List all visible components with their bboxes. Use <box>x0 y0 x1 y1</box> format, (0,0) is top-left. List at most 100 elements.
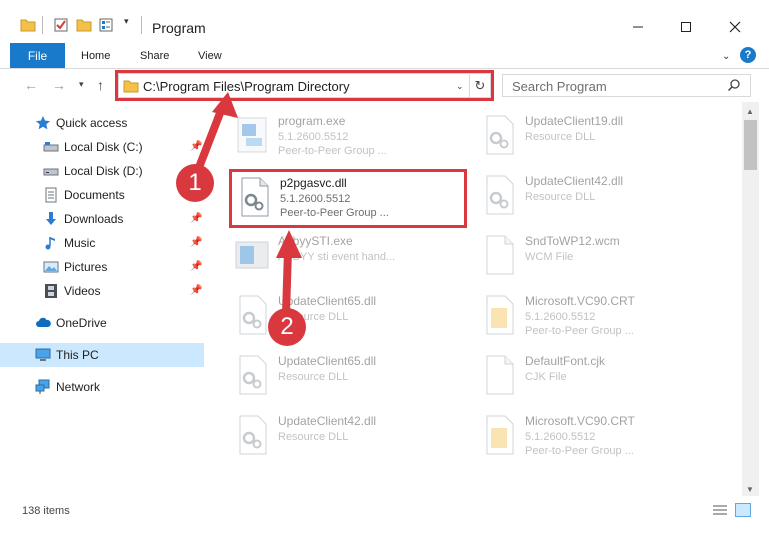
file-name: Microsoft.VC90.CRT <box>525 414 635 428</box>
search-icon[interactable] <box>727 78 741 92</box>
manifest-file-icon <box>486 295 514 335</box>
close-button[interactable] <box>712 12 758 42</box>
pin-icon[interactable]: 📌 <box>190 261 202 272</box>
file-tile[interactable]: SndToWP12.wcm WCM File <box>477 228 707 284</box>
pin-icon[interactable]: 📌 <box>190 141 202 152</box>
file-tile[interactable]: AbbyySTI.exe ABBYY sti event hand... <box>230 228 460 284</box>
sidebar-item-network[interactable]: Network <box>0 375 204 399</box>
vertical-scrollbar[interactable]: ▲ ▼ <box>742 102 759 496</box>
pin-icon[interactable]: 📌 <box>190 213 202 224</box>
dll-file-icon <box>486 115 514 155</box>
file-description: WCM File <box>525 251 574 263</box>
sidebar-label: Documents <box>64 188 125 202</box>
file-description: Resource DLL <box>278 371 349 383</box>
sidebar-item-local-disk-c[interactable]: Local Disk (C:) 📌 <box>0 135 204 159</box>
file-tile[interactable]: Microsoft.VC90.CRT 5.1.2600.5512 Peer-to… <box>477 288 707 344</box>
file-description: CJK File <box>525 371 567 383</box>
dll-file-icon <box>239 415 267 455</box>
sidebar-label: This PC <box>56 348 99 362</box>
file-description: Resource DLL <box>525 191 596 203</box>
tab-share[interactable]: Share <box>140 50 169 62</box>
address-bar[interactable]: C:\Program Files\Program Directory ⌄ ↻ <box>118 73 491 98</box>
expand-ribbon-icon[interactable]: ⌄ <box>722 51 730 62</box>
scrollbar-thumb[interactable] <box>744 120 757 170</box>
drive-icon <box>43 168 59 176</box>
sidebar-item-videos[interactable]: Videos 📌 <box>0 279 204 303</box>
up-arrow-icon[interactable]: ↑ <box>97 77 104 93</box>
file-name: UpdateClient65.dll <box>278 294 377 308</box>
window-title: Program <box>152 20 206 36</box>
file-tile[interactable]: UpdateClient65.dll Resource DLL <box>230 348 460 404</box>
ribbon-tabs: File Home Share View ⌄ ? <box>0 43 769 68</box>
pin-icon[interactable]: 📌 <box>190 285 202 296</box>
sidebar-item-this-pc[interactable]: This PC <box>0 343 204 367</box>
details-view-icon[interactable] <box>713 504 727 516</box>
minimize-button[interactable] <box>615 12 661 42</box>
file-name: Microsoft.VC90.CRT <box>525 294 635 308</box>
back-arrow-icon[interactable]: ← <box>24 77 38 93</box>
dll-file-icon <box>241 177 269 217</box>
refresh-button[interactable]: ↻ <box>469 74 490 97</box>
dll-file-icon <box>239 295 267 335</box>
drive-icon <box>43 142 59 152</box>
recent-locations-icon[interactable]: ▾ <box>79 79 84 90</box>
file-version: 5.1.2600.5512 <box>280 193 351 205</box>
pin-icon[interactable]: 📌 <box>190 237 202 248</box>
dll-file-icon <box>239 355 267 395</box>
file-description: Peer-to-Peer Group ... <box>525 325 634 337</box>
file-description: Peer-to-Peer Group ... <box>525 445 634 457</box>
sidebar-label: OneDrive <box>56 316 107 330</box>
sidebar-item-onedrive[interactable]: OneDrive <box>0 311 204 335</box>
sidebar-label: Local Disk (D:) <box>64 164 143 178</box>
pictures-icon <box>43 261 59 273</box>
scroll-down-icon[interactable]: ▼ <box>746 485 754 494</box>
minimize-icon <box>633 26 643 28</box>
quick-access-dropdown-icon[interactable]: ▾ <box>124 16 140 32</box>
title-bar: ▾ Program <box>0 0 769 43</box>
search-placeholder[interactable]: Search Program <box>512 79 607 94</box>
sidebar-item-quick-access[interactable]: Quick access <box>0 111 204 135</box>
help-icon[interactable]: ? <box>740 47 756 63</box>
file-name: UpdateClient19.dll <box>525 114 624 128</box>
file-tile[interactable]: Microsoft.VC90.CRT 5.1.2600.5512 Peer-to… <box>477 408 707 464</box>
sidebar-item-local-disk-d[interactable]: Local Disk (D:) <box>0 159 204 183</box>
forward-arrow-icon[interactable]: → <box>52 77 66 93</box>
file-tile-p2pgasvc-dll[interactable]: p2pgasvc.dll 5.1.2600.5512 Peer-to-Peer … <box>232 170 462 226</box>
search-box[interactable]: Search Program <box>502 74 751 97</box>
address-dropdown-icon[interactable]: ⌄ <box>456 81 464 92</box>
sidebar-item-documents[interactable]: Documents <box>0 183 204 207</box>
maximize-button[interactable] <box>663 12 709 42</box>
tab-file[interactable]: File <box>10 43 65 68</box>
file-tile[interactable]: program.exe 5.1.2600.5512 Peer-to-Peer G… <box>230 108 460 164</box>
file-tile[interactable]: UpdateClient65.dll Resource DLL <box>230 288 460 344</box>
sidebar-item-music[interactable]: Music 📌 <box>0 231 204 255</box>
file-description: Resource DLL <box>525 131 596 143</box>
sidebar-label: Quick access <box>56 116 128 130</box>
cloud-icon <box>36 317 51 327</box>
manifest-file-icon <box>486 415 514 455</box>
scroll-up-icon[interactable]: ▲ <box>746 107 754 116</box>
sidebar-item-downloads[interactable]: Downloads 📌 <box>0 207 204 231</box>
documents-icon <box>45 187 57 203</box>
sidebar-label: Music <box>64 236 96 250</box>
file-description: Peer-to-Peer Group ... <box>278 145 387 157</box>
tiles-view-icon[interactable] <box>735 503 751 517</box>
file-tile[interactable]: UpdateClient42.dll Resource DLL <box>477 168 707 224</box>
address-path[interactable]: C:\Program Files\Program Directory <box>143 79 350 94</box>
new-folder-icon[interactable] <box>76 17 92 33</box>
file-tile[interactable]: UpdateClient42.dll Resource DLL <box>230 408 460 464</box>
download-arrow-icon <box>46 212 56 225</box>
sidebar-item-pictures[interactable]: Pictures 📌 <box>0 255 204 279</box>
computer-icon <box>35 348 51 361</box>
tab-home[interactable]: Home <box>81 50 110 62</box>
sidebar-label: Downloads <box>64 212 124 226</box>
file-description: Peer-to-Peer Group ... <box>280 207 389 219</box>
file-name: SndToWP12.wcm <box>525 234 620 248</box>
properties-check-icon[interactable] <box>53 17 69 33</box>
file-tile[interactable]: DefaultFont.cjk CJK File <box>477 348 707 404</box>
tab-view[interactable]: View <box>198 50 222 62</box>
customize-icon[interactable] <box>98 17 114 33</box>
file-version: 5.1.2600.5512 <box>525 311 596 323</box>
file-name: AbbyySTI.exe <box>278 234 353 248</box>
file-tile[interactable]: UpdateClient19.dll Resource DLL <box>477 108 707 164</box>
